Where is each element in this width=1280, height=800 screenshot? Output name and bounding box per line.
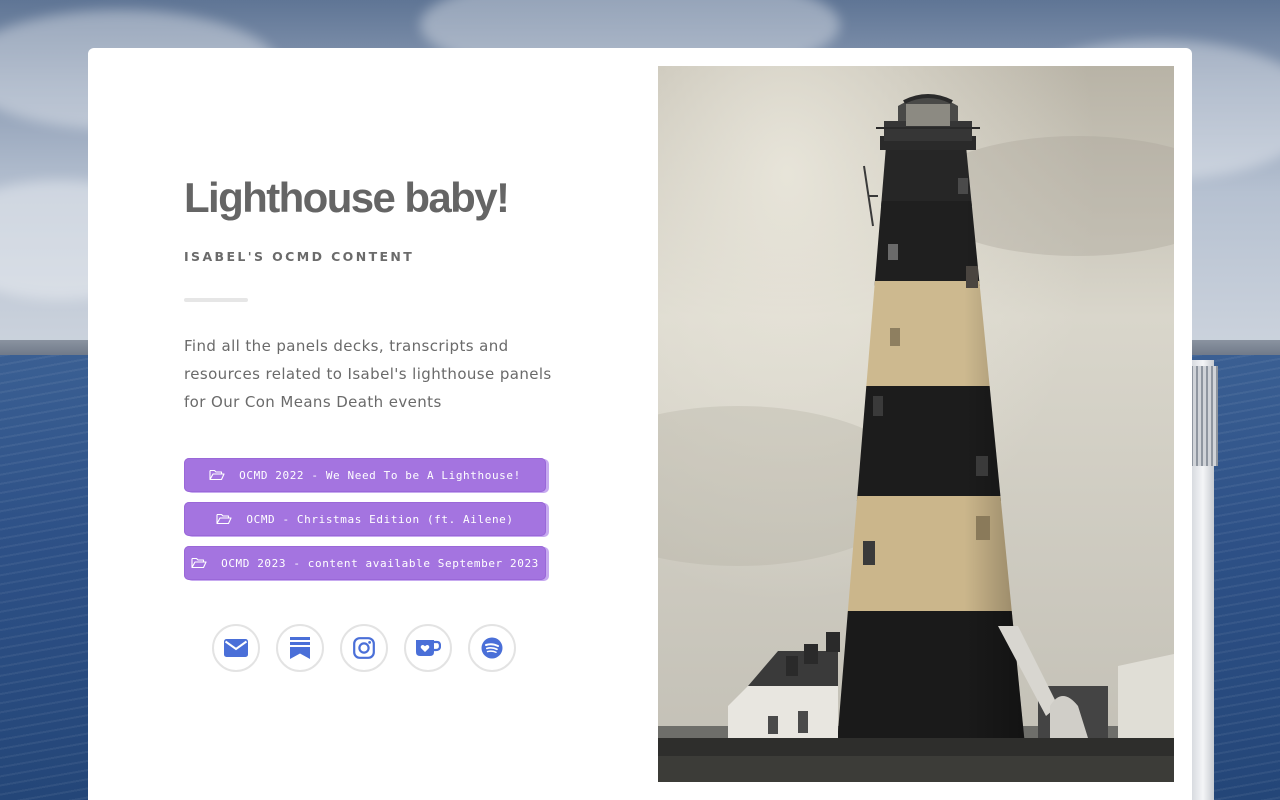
profile-card: Lighthouse baby! ISABEL'S OCMD CONTENT F… <box>88 48 1192 800</box>
kofi-link[interactable] <box>404 624 452 672</box>
social-links <box>212 624 516 672</box>
email-icon <box>224 639 248 657</box>
link-button-ocmd-2022[interactable]: OCMD 2022 - We Need To be A Lighthouse! <box>184 458 546 492</box>
lighthouse-photo <box>658 66 1174 782</box>
link-button-label: OCMD 2022 - We Need To be A Lighthouse! <box>239 468 521 482</box>
link-buttons: OCMD 2022 - We Need To be A Lighthouse! … <box>184 458 546 590</box>
spotify-icon <box>481 637 503 659</box>
bookmark-icon <box>290 637 310 659</box>
link-button-christmas-edition[interactable]: OCMD - Christmas Edition (ft. Ailene) <box>184 502 546 536</box>
spotify-link[interactable] <box>468 624 516 672</box>
instagram-link[interactable] <box>340 624 388 672</box>
kofi-icon <box>416 640 441 656</box>
page-subtitle: ISABEL'S OCMD CONTENT <box>184 249 415 264</box>
email-link[interactable] <box>212 624 260 672</box>
divider <box>184 298 248 302</box>
page-description: Find all the panels decks, transcripts a… <box>184 337 552 411</box>
instagram-icon <box>353 637 375 659</box>
substack-link[interactable] <box>276 624 324 672</box>
folder-open-icon <box>209 469 225 481</box>
link-button-ocmd-2023[interactable]: OCMD 2023 - content available September … <box>184 546 546 580</box>
page-title: Lighthouse baby! <box>184 174 510 221</box>
link-button-label: OCMD 2023 - content available September … <box>221 556 539 570</box>
folder-open-icon <box>216 513 232 525</box>
background-lighthouse-railing <box>1188 366 1218 466</box>
lighthouse-image <box>658 66 1174 782</box>
folder-open-icon <box>191 557 207 569</box>
link-button-label: OCMD - Christmas Edition (ft. Ailene) <box>246 512 514 526</box>
